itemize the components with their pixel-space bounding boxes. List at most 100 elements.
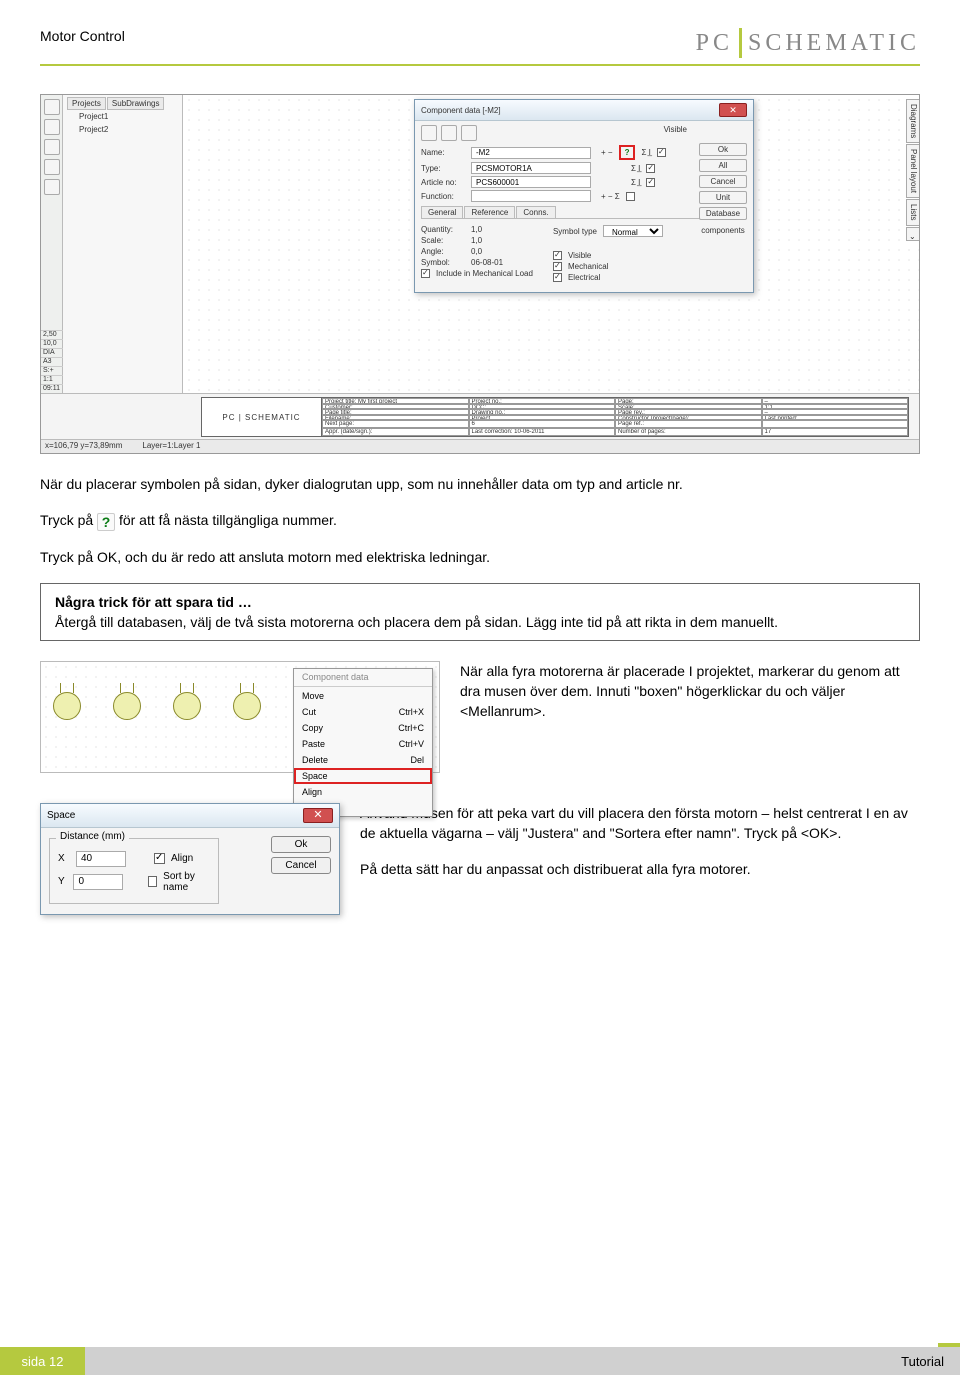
- logo-right: SCHEMATIC: [748, 30, 920, 57]
- include-label: Include in Mechanical Load: [436, 269, 533, 278]
- tool-icon[interactable]: [44, 139, 60, 155]
- tree-item[interactable]: Project1: [67, 110, 178, 123]
- function-field[interactable]: [471, 190, 591, 202]
- tips-title: Några trick för att spara tid …: [55, 594, 905, 610]
- status-coords: x=106,79 y=73,89mm: [45, 441, 122, 452]
- space-dialog-title: Space: [47, 810, 75, 821]
- tips-body: Återgå till databasen, välj de två sista…: [55, 614, 905, 630]
- title-block-cell: Number of pages:: [615, 428, 762, 436]
- electrical-checkbox[interactable]: [553, 273, 562, 282]
- component-data-dialog: Component data [-M2] ✕ Ok All Cancel Uni…: [414, 99, 754, 293]
- logo-left: PC: [696, 30, 733, 57]
- paragraph: På detta sätt har du anpassat och distri…: [360, 859, 920, 879]
- tips-box: Några trick för att spara tid … Återgå t…: [40, 583, 920, 641]
- copy-icon[interactable]: [421, 125, 437, 141]
- name-visible-checkbox[interactable]: [657, 148, 666, 157]
- context-menu-item[interactable]: Space: [294, 768, 432, 784]
- cancel-button[interactable]: Cancel: [699, 175, 747, 188]
- x-field[interactable]: [76, 851, 126, 867]
- context-menu-item[interactable]: Move: [294, 688, 432, 704]
- article-field[interactable]: [471, 176, 591, 188]
- context-menu-item[interactable]: CopyCtrl+C: [294, 720, 432, 736]
- distance-frame-label: Distance (mm): [56, 831, 129, 842]
- mechanical-checkbox[interactable]: [553, 262, 562, 271]
- tool-icon[interactable]: [44, 99, 60, 115]
- all-button[interactable]: All: [699, 159, 747, 172]
- close-button[interactable]: ✕: [719, 103, 747, 117]
- delete-icon[interactable]: [461, 125, 477, 141]
- header-divider: [40, 64, 920, 66]
- close-button[interactable]: ✕: [303, 808, 333, 823]
- tab-reference[interactable]: Reference: [464, 206, 515, 218]
- app-screenshot: Projects SubDrawings Project1 Project2 C…: [40, 94, 920, 454]
- paste-icon[interactable]: [441, 125, 457, 141]
- tool-icon[interactable]: [44, 179, 60, 195]
- vtab-panel-layout[interactable]: Panel layout: [906, 144, 920, 198]
- unit-button[interactable]: Unit: [699, 191, 747, 204]
- ok-button[interactable]: Ok: [699, 143, 747, 156]
- visible-checkbox[interactable]: [553, 251, 562, 260]
- drawing-canvas[interactable]: Component data [-M2] ✕ Ok All Cancel Uni…: [184, 95, 919, 395]
- vtab-diagrams[interactable]: Diagrams: [906, 99, 920, 143]
- title-block-cell: 17: [762, 428, 909, 436]
- sort-checkbox[interactable]: [148, 876, 157, 887]
- motor-symbol-icon: [53, 692, 81, 720]
- context-menu-item[interactable]: DeleteDel: [294, 752, 432, 768]
- context-menu-item[interactable]: Align: [294, 784, 432, 800]
- article-visible-checkbox[interactable]: [646, 178, 655, 187]
- align-label: Align: [171, 853, 193, 864]
- paragraph: När alla fyra motorerna är placerade I p…: [460, 661, 920, 722]
- electrical-check-label: Electrical: [568, 273, 600, 282]
- scale-label: Scale:: [421, 236, 465, 245]
- angle-label: Angle:: [421, 247, 465, 256]
- ok-button[interactable]: Ok: [271, 836, 331, 853]
- motor-symbol-icon: [113, 692, 141, 720]
- context-menu-item[interactable]: CutCtrl+X: [294, 704, 432, 720]
- type-visible-checkbox[interactable]: [646, 164, 655, 173]
- cancel-button[interactable]: Cancel: [271, 857, 331, 874]
- function-visible-checkbox[interactable]: [626, 192, 635, 201]
- database-button[interactable]: Database: [699, 207, 747, 220]
- tree-tab-subdrawings[interactable]: SubDrawings: [107, 97, 165, 110]
- align-checkbox[interactable]: [154, 853, 165, 864]
- paragraph: Använd musen för att peka vart du vill p…: [360, 803, 920, 844]
- symbol-type-select[interactable]: Normal: [603, 225, 663, 237]
- title-block-cell: Appr. (date/sign.):: [322, 428, 469, 436]
- next-number-button[interactable]: ?: [619, 145, 636, 160]
- function-label: Function:: [421, 192, 465, 201]
- paragraph: Tryck på ? för att få nästa tillgängliga…: [40, 510, 920, 530]
- context-menu: Component data MoveCutCtrl+XCopyCtrl+CPa…: [293, 668, 433, 817]
- title-block-cell: Next page:: [322, 420, 469, 428]
- paragraph: Tryck på OK, och du är redo att ansluta …: [40, 547, 920, 567]
- name-label: Name:: [421, 148, 465, 157]
- x-label: X: [58, 853, 70, 864]
- title-block-cell: 6: [469, 420, 616, 428]
- y-field[interactable]: [73, 874, 123, 890]
- tool-icon[interactable]: [44, 159, 60, 175]
- title-block: PC | SCHEMATIC Project title: My first p…: [201, 397, 909, 437]
- vtab-expand-icon[interactable]: ⌄: [906, 227, 920, 241]
- y-label: Y: [58, 876, 67, 887]
- include-checkbox[interactable]: [421, 269, 430, 278]
- vtab-lists[interactable]: Lists: [906, 199, 920, 225]
- visible-check-label: Visible: [568, 251, 591, 260]
- logo-divider-icon: [739, 28, 742, 58]
- type-field[interactable]: [471, 162, 591, 174]
- space-dialog: Space ✕ Ok Cancel Distance (mm) X Align: [40, 803, 340, 915]
- tab-conns[interactable]: Conns.: [516, 206, 555, 218]
- status-layer: Layer=1:Layer 1: [142, 441, 200, 452]
- name-field[interactable]: [471, 147, 591, 159]
- title-block-cell: Page ref.:: [615, 420, 762, 428]
- tree-tab-projects[interactable]: Projects: [67, 97, 106, 110]
- tab-general[interactable]: General: [421, 206, 463, 218]
- paragraph: När du placerar symbolen på sidan, dyker…: [40, 474, 920, 494]
- tree-item[interactable]: Project2: [67, 123, 178, 136]
- context-menu-item[interactable]: PasteCtrl+V: [294, 736, 432, 752]
- visible-column-label: Visible: [664, 125, 687, 141]
- tool-icon[interactable]: [44, 119, 60, 135]
- symtype-label: Symbol type: [553, 227, 597, 236]
- mechanical-check-label: Mechanical: [568, 262, 608, 271]
- title-block-cell: [762, 420, 909, 428]
- type-label: Type:: [421, 164, 465, 173]
- context-menu-header: Component data: [294, 669, 432, 685]
